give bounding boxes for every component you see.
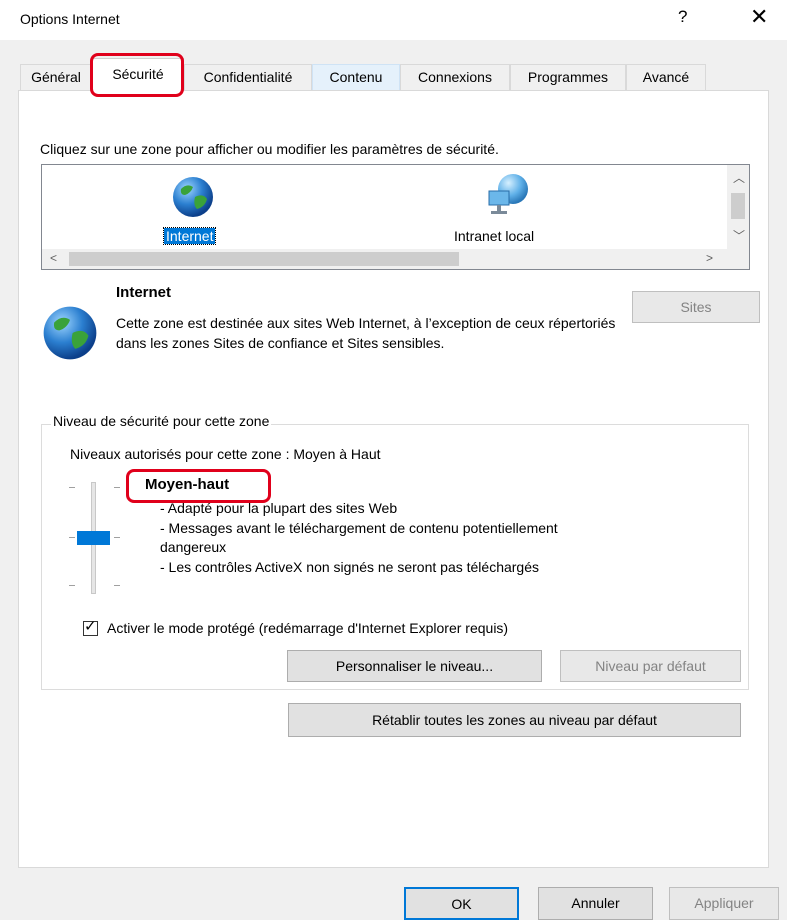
scroll-right-icon[interactable]: > — [706, 251, 713, 265]
cancel-button[interactable]: Annuler — [538, 887, 653, 920]
default-level-button[interactable]: Niveau par défaut — [560, 650, 741, 682]
zone-internet-label[interactable]: Internet — [162, 227, 217, 245]
tab-programmes[interactable]: Programmes — [510, 64, 626, 90]
custom-level-button[interactable]: Personnaliser le niveau... — [287, 650, 542, 682]
horizontal-scroll-thumb[interactable] — [69, 252, 459, 266]
network-globe-icon[interactable] — [483, 171, 533, 224]
checkmark-icon: ✓ — [84, 618, 97, 635]
tab-avance[interactable]: Avancé — [626, 64, 706, 90]
slider-tick — [114, 537, 120, 538]
globe-icon[interactable] — [171, 175, 215, 222]
level-detail-line: - Messages avant le téléchargement de co… — [160, 519, 558, 536]
help-button[interactable]: ? — [678, 7, 687, 27]
zone-list-vertical-scrollbar[interactable]: ︿ ﹀ — [727, 165, 749, 250]
slider-tick — [69, 585, 75, 586]
zone-instruction: Cliquez sur une zone pour afficher ou mo… — [40, 141, 499, 157]
window-title: Options Internet — [20, 11, 120, 27]
level-detail-line: - Les contrôles ActiveX non signés ne se… — [160, 558, 539, 575]
scroll-down-icon[interactable]: ﹀ — [733, 227, 745, 244]
zone-list-horizontal-scrollbar[interactable]: < > — [42, 249, 728, 269]
reset-all-zones-button[interactable]: Rétablir toutes les zones au niveau par … — [288, 703, 741, 737]
apply-button[interactable]: Appliquer — [669, 887, 779, 920]
protected-mode-label[interactable]: Activer le mode protégé (redémarrage d'I… — [107, 620, 508, 636]
security-level-group-label: Niveau de sécurité pour cette zone — [51, 413, 272, 429]
security-slider-thumb[interactable] — [77, 531, 110, 545]
slider-tick — [114, 487, 120, 488]
zone-intranet-label[interactable]: Intranet local — [452, 228, 536, 244]
zone-title: Internet — [116, 284, 172, 301]
tab-general[interactable]: Général — [20, 64, 92, 90]
zone-info-globe-icon — [41, 304, 99, 365]
ok-button[interactable]: OK — [404, 887, 519, 920]
level-detail-line: dangereux — [160, 539, 227, 555]
zone-description: Cette zone est destinée aux sites Web In… — [116, 315, 616, 351]
security-level-details: - Adapté pour la plupart des sites Web -… — [160, 499, 720, 577]
scroll-up-icon[interactable]: ︿ — [733, 169, 745, 186]
close-button[interactable]: ✕ — [750, 4, 768, 30]
sites-button[interactable]: Sites — [632, 291, 760, 323]
allowed-levels-text: Niveaux autorisés pour cette zone : Moye… — [70, 446, 381, 462]
vertical-scroll-thumb[interactable] — [731, 193, 745, 219]
slider-tick — [114, 585, 120, 586]
zone-list[interactable]: Internet Intranet local ︿ ﹀ < > — [41, 164, 750, 270]
tab-confidentialite[interactable]: Confidentialité — [184, 64, 312, 90]
slider-tick — [69, 487, 75, 488]
scrollbar-corner — [727, 249, 749, 269]
highlight-level-name — [126, 469, 271, 503]
tab-contenu[interactable]: Contenu — [312, 64, 400, 90]
scroll-left-icon[interactable]: < — [50, 251, 57, 265]
highlight-tab-securite — [90, 53, 184, 97]
slider-tick — [69, 537, 75, 538]
tab-connexions[interactable]: Connexions — [400, 64, 510, 90]
